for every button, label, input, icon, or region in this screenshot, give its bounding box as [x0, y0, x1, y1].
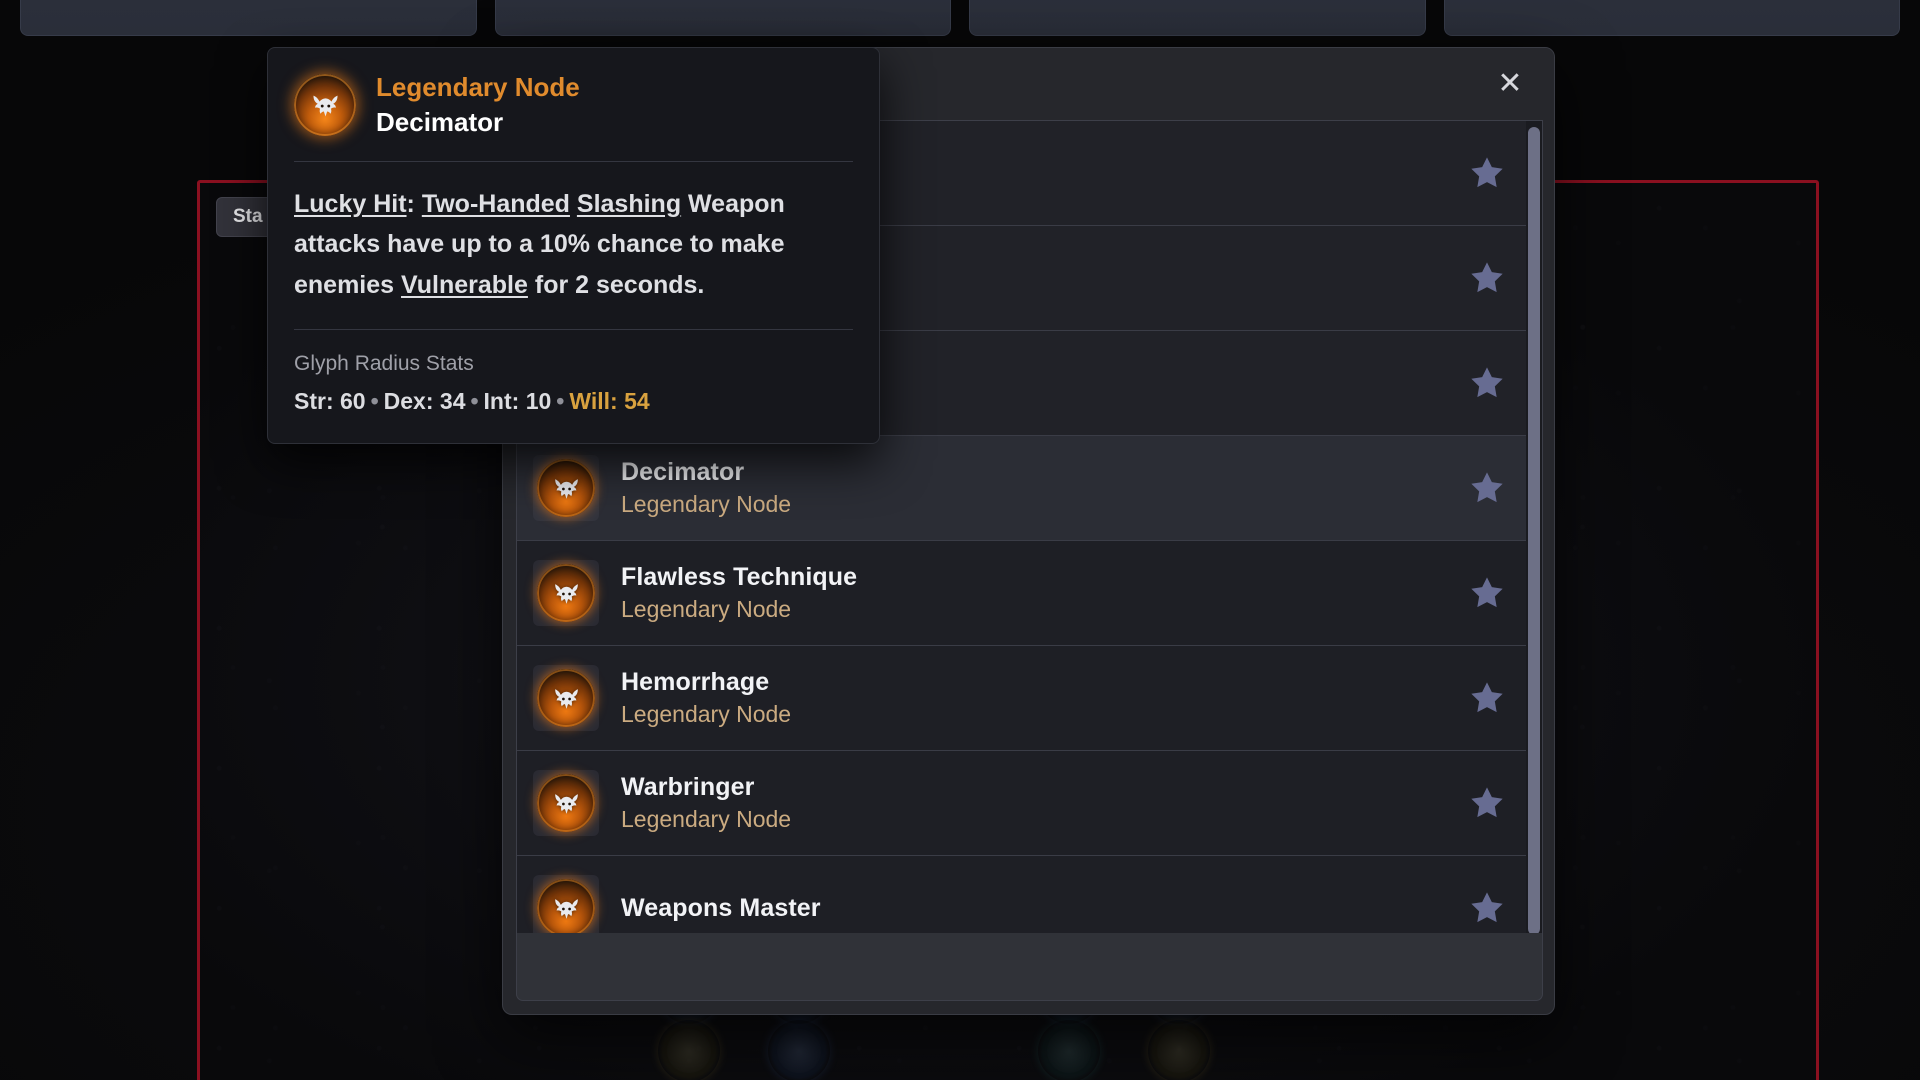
node-name: Weapons Master: [621, 893, 821, 922]
tooltip-node-kind: Legendary Node: [376, 72, 580, 102]
skill-node[interactable]: [1148, 1020, 1210, 1080]
top-card-strip: [0, 0, 1920, 36]
skill-node[interactable]: [658, 1020, 720, 1080]
row-icon: [533, 455, 599, 521]
node-name: Hemorrhage: [621, 667, 770, 696]
legendary-node-orb-icon: [537, 564, 595, 622]
table-row[interactable]: Weapons Master: [517, 856, 1542, 933]
list-scrollbar-track[interactable]: [1526, 121, 1542, 933]
node-type: Legendary Node: [621, 701, 792, 728]
tooltip-footer: Glyph Radius Stats Str: 60 • Dex: 34 • Int: …: [294, 330, 853, 416]
node-name: Decimator: [621, 457, 745, 486]
row-icon: [533, 875, 599, 933]
skill-node[interactable]: [1038, 1020, 1100, 1080]
tooltip-node-name: Decimator: [376, 107, 504, 138]
row-text: Decimator Legendary Node: [621, 457, 1432, 520]
node-name: Warbringer: [621, 772, 755, 801]
table-row[interactable]: Decimator Legendary Node: [517, 436, 1542, 541]
node-type: Legendary Node: [621, 806, 792, 833]
table-row[interactable]: Flawless Technique Legendary Node: [517, 541, 1542, 646]
top-card[interactable]: [1443, 0, 1900, 36]
legendary-node-orb-icon: [537, 669, 595, 727]
skill-node[interactable]: [768, 1020, 830, 1080]
row-icon: [533, 560, 599, 626]
list-scrollbar-thumb[interactable]: [1528, 127, 1540, 933]
top-card[interactable]: [494, 0, 951, 36]
row-icon: [533, 665, 599, 731]
table-row[interactable]: Hemorrhage Legendary Node: [517, 646, 1542, 751]
row-text: Hemorrhage Legendary Node: [621, 667, 1432, 730]
close-icon[interactable]: ✕: [1492, 66, 1528, 102]
row-text: Flawless Technique Legendary Node: [621, 562, 1432, 625]
table-row[interactable]: Warbringer Legendary Node: [517, 751, 1542, 856]
tooltip-titles: Legendary Node Decimator: [376, 72, 580, 139]
tooltip-header: Legendary Node Decimator: [294, 72, 853, 161]
legendary-node-orb-icon: [537, 459, 595, 517]
legendary-node-orb-icon: [537, 774, 595, 832]
node-type: Legendary Node: [621, 491, 792, 518]
row-text: Weapons Master: [621, 893, 1432, 924]
glyph-radius-stats-label: Glyph Radius Stats: [294, 352, 474, 376]
tooltip-description: Lucky Hit: Two-Handed Slashing Weapon at…: [294, 189, 785, 299]
legendary-node-orb-icon: [537, 879, 595, 933]
glyph-radius-stats-values: Str: 60 • Dex: 34 • Int: 10 • Will: 54: [294, 387, 650, 414]
node-tooltip: Legendary Node Decimator Lucky Hit: Two-…: [267, 47, 880, 444]
modal-footer: [516, 933, 1543, 1001]
top-card[interactable]: [20, 0, 477, 36]
top-card[interactable]: [969, 0, 1426, 36]
node-type: Legendary Node: [621, 596, 792, 623]
row-icon: [533, 770, 599, 836]
legendary-node-orb-icon: [294, 74, 356, 137]
app-root: Sta ✕ Decimator Legendary Node Flawless …: [0, 0, 1920, 1080]
node-name: Flawless Technique: [621, 562, 858, 591]
row-text: Warbringer Legendary Node: [621, 772, 1432, 835]
